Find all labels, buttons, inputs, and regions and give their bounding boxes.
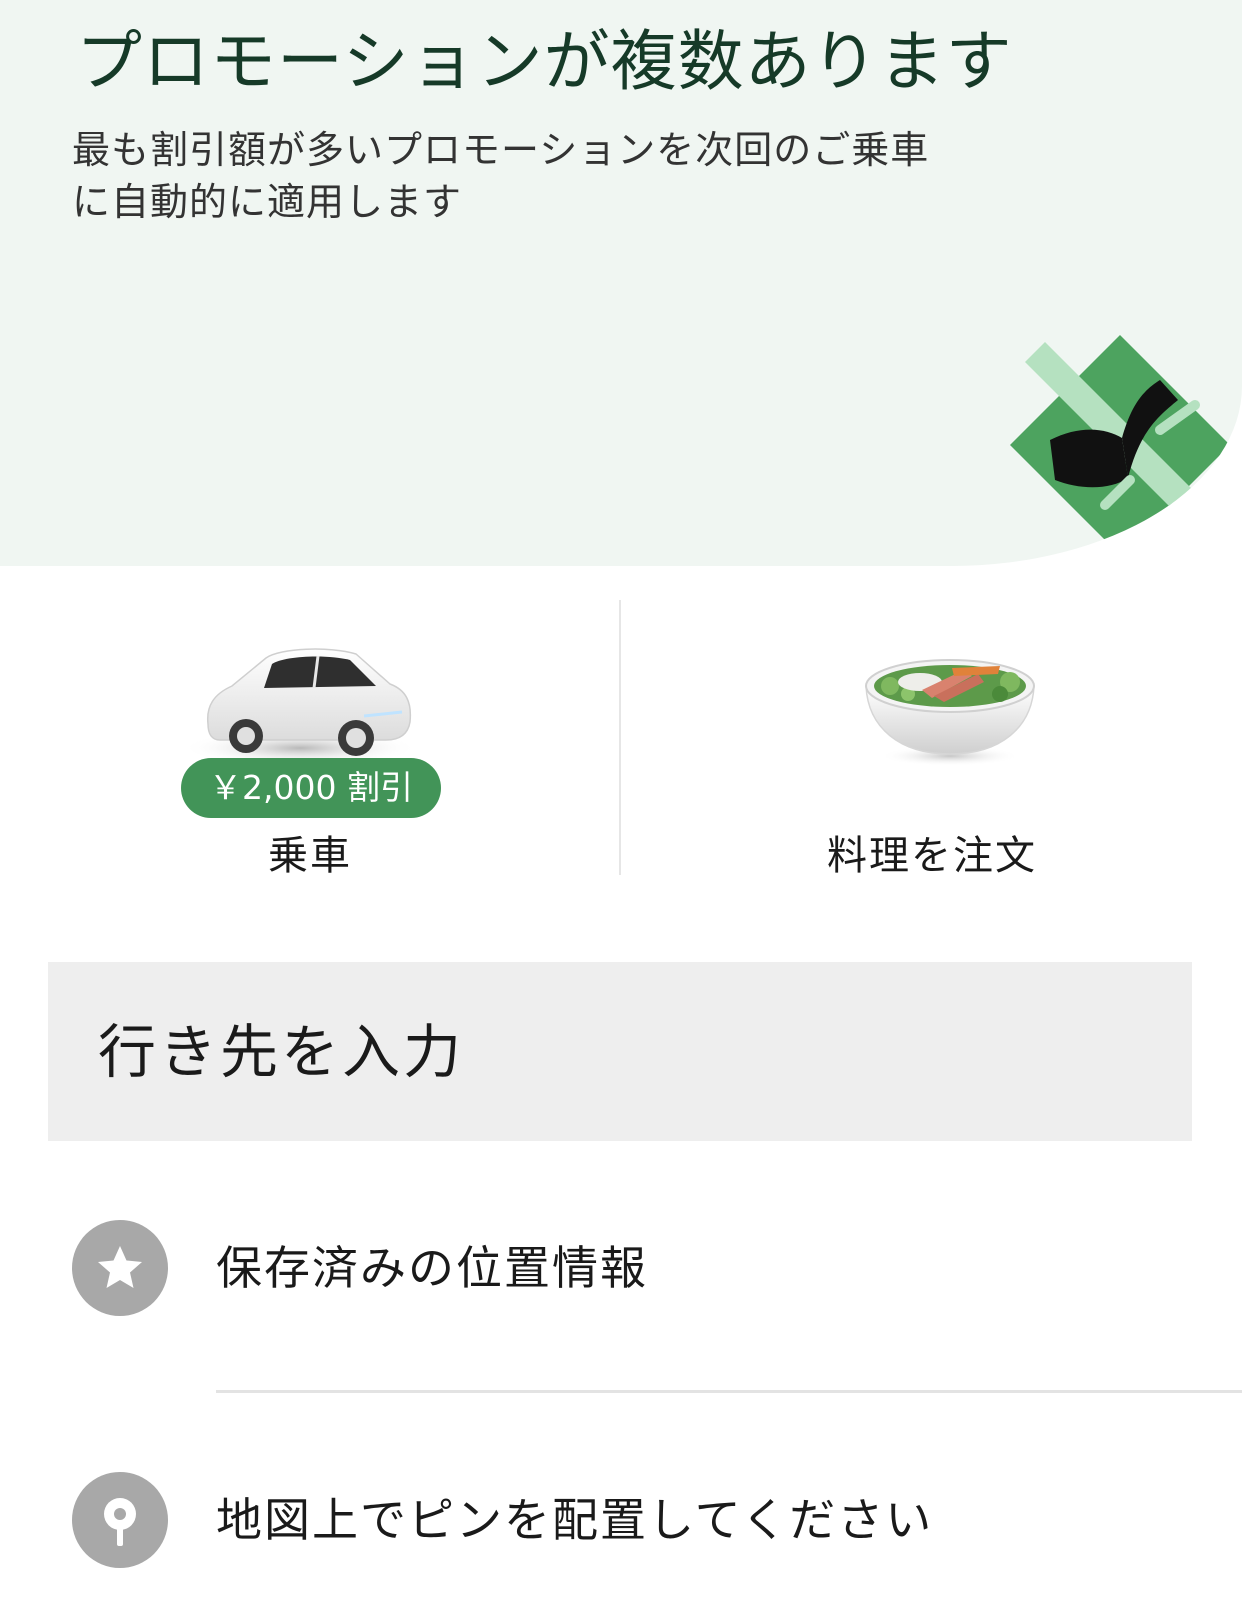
tile-divider [619, 600, 621, 875]
star-icon [72, 1220, 168, 1316]
ride-label: 乗車 [268, 833, 352, 879]
set-pin-label: 地図上でピンを配置してください [216, 1493, 934, 1547]
food-tile[interactable]: 料理を注文 [622, 600, 1242, 890]
ride-discount-badge: ￥2,000 割引 [181, 758, 441, 818]
location-pin-icon [72, 1472, 168, 1568]
saved-places-row[interactable]: 保存済みの位置情報 [0, 1198, 1242, 1338]
ride-tile[interactable]: ￥2,000 割引 乗車 [0, 600, 620, 890]
destination-search-placeholder: 行き先を入力 [98, 1018, 465, 1086]
destination-search-input[interactable]: 行き先を入力 [48, 962, 1192, 1141]
car-icon [182, 648, 418, 766]
app-screen: プロモーションが複数あります 最も割引額が多いプロモーションを次回のご乗車に自動… [0, 0, 1242, 1616]
food-label: 料理を注文 [827, 833, 1037, 879]
saved-places-label: 保存済みの位置情報 [216, 1241, 648, 1295]
row-divider [216, 1390, 1242, 1393]
service-tiles: ￥2,000 割引 乗車 料理を注文 [0, 600, 1242, 890]
promo-title: プロモーションが複数あります [76, 23, 1013, 100]
promo-tag-icon [1010, 335, 1230, 555]
promo-banner[interactable]: プロモーションが複数あります 最も割引額が多いプロモーションを次回のご乗車に自動… [0, 0, 1242, 566]
set-pin-row[interactable]: 地図上でピンを配置してください [0, 1450, 1242, 1590]
promo-subtitle: 最も割引額が多いプロモーションを次回のご乗車に自動的に適用します [72, 128, 930, 224]
food-bowl-icon [865, 659, 1035, 766]
